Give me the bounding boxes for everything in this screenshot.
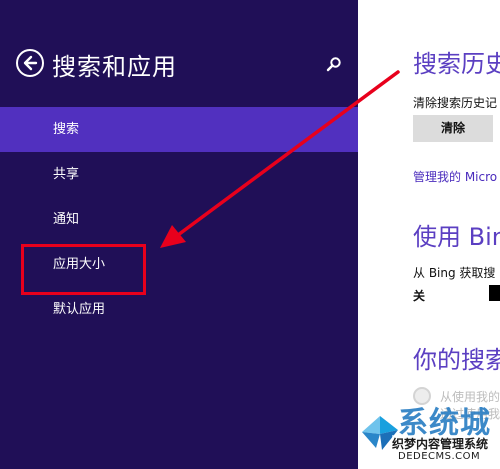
search-icon: [326, 57, 341, 72]
manage-account-link[interactable]: 管理我的 Micro: [413, 168, 497, 185]
sidebar-header: 搜索和应用: [16, 46, 346, 82]
back-arrow-icon: [23, 55, 38, 71]
sidebar-item-share[interactable]: 共享: [0, 152, 358, 197]
search-settings-pane: 搜索历史 清除搜索历史记 清除 管理我的 Micro 使用 Bing 从 Bin…: [358, 0, 500, 469]
sidebar-item-search[interactable]: 搜索: [0, 107, 358, 152]
sidebar-item-label: 应用大小: [53, 257, 106, 272]
sidebar-title: 搜索和应用: [52, 53, 177, 81]
sidebar-item-label: 默认应用: [53, 302, 106, 317]
use-bing-heading: 使用 Bing: [413, 223, 500, 251]
bing-toggle-state: 关: [413, 289, 426, 303]
sidebar-item-label: 共享: [53, 167, 80, 182]
search-option-label: 从使用我的: [440, 390, 500, 404]
sidebar-item-app-sizes[interactable]: 应用大小: [0, 242, 358, 287]
your-search-heading: 你的搜索: [413, 346, 500, 374]
clear-history-button[interactable]: 清除: [413, 115, 493, 142]
bing-toggle-switch[interactable]: [489, 285, 500, 301]
search-option-sublabel: 通过使用我: [440, 407, 500, 421]
back-button[interactable]: [16, 49, 44, 77]
sidebar-item-label: 通知: [53, 212, 80, 227]
search-button[interactable]: [324, 55, 344, 75]
bing-description: 从 Bing 获取搜: [413, 266, 496, 280]
sidebar-nav: 搜索 共享 通知 应用大小 默认应用: [0, 107, 358, 332]
settings-sidebar: 搜索和应用 搜索 共享 通知 应用大小 默认应用: [0, 0, 358, 469]
clear-history-description: 清除搜索历史记: [413, 96, 498, 110]
search-option-radio[interactable]: [413, 387, 431, 405]
sidebar-item-default-apps[interactable]: 默认应用: [0, 287, 358, 332]
search-history-heading: 搜索历史: [413, 50, 500, 78]
sidebar-item-label: 搜索: [53, 122, 80, 137]
sidebar-item-notifications[interactable]: 通知: [0, 197, 358, 242]
